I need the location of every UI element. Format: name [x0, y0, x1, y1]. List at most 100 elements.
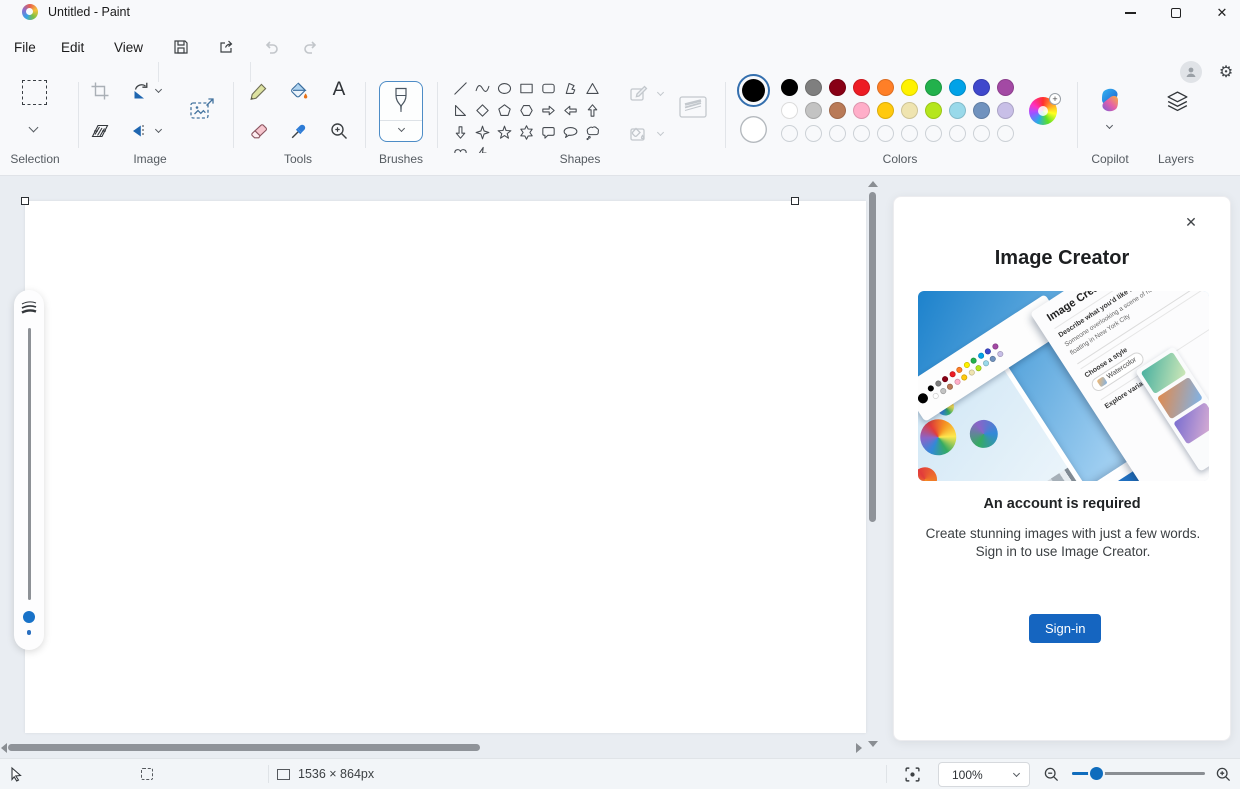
shape-star-6-icon[interactable] [515, 121, 537, 143]
shape-outline-chevron-icon[interactable] [656, 88, 665, 97]
undo-button[interactable] [260, 36, 282, 58]
color-swatch[interactable] [938, 386, 947, 396]
empty-color-slot[interactable] [997, 125, 1014, 142]
color1-swatch[interactable] [737, 74, 770, 107]
color-swatch[interactable] [981, 358, 990, 368]
empty-color-slot[interactable] [973, 125, 990, 142]
color-swatch[interactable] [829, 102, 846, 119]
resize-image-button[interactable] [186, 94, 218, 126]
redo-button[interactable] [300, 36, 322, 58]
shape-arrow-up-icon[interactable] [581, 99, 603, 121]
zoom-in-button[interactable] [1215, 759, 1232, 789]
empty-color-slot[interactable] [829, 125, 846, 142]
empty-color-slot[interactable] [877, 125, 894, 142]
color-swatch[interactable] [940, 374, 949, 383]
color-swatch[interactable] [901, 102, 918, 119]
color-swatch[interactable] [959, 372, 969, 382]
color-swatch[interactable] [901, 79, 918, 96]
vertical-scrollbar-thumb[interactable] [869, 192, 876, 522]
color-swatch[interactable] [877, 102, 894, 119]
shape-polygon-icon[interactable] [559, 77, 581, 99]
color-swatch[interactable] [969, 356, 978, 365]
canvas-resize-handle-top[interactable] [791, 197, 799, 205]
color-swatch[interactable] [925, 102, 942, 119]
pencil-tool-button[interactable] [247, 79, 271, 103]
color-swatch[interactable] [983, 346, 992, 356]
rotate-dropdown-chevron-icon[interactable] [154, 85, 163, 94]
color-swatch[interactable] [781, 102, 798, 119]
scroll-right-arrow[interactable] [856, 743, 862, 753]
shape-arrow-right-icon[interactable] [537, 99, 559, 121]
color-swatch[interactable] [990, 342, 999, 351]
rotate-button[interactable] [128, 79, 152, 103]
minimize-button[interactable] [1107, 0, 1153, 26]
color-swatch[interactable] [781, 79, 798, 96]
shape-callout-round-icon[interactable] [537, 121, 559, 143]
brushes-button[interactable] [379, 81, 423, 142]
color-swatch[interactable] [933, 379, 942, 388]
color-swatch[interactable] [973, 79, 990, 96]
shape-star-4-icon[interactable] [471, 121, 493, 143]
slider-track[interactable] [27, 328, 31, 600]
eraser-tool-button[interactable] [247, 119, 271, 143]
color-swatch[interactable] [949, 102, 966, 119]
color-swatch[interactable] [949, 79, 966, 96]
sign-in-button[interactable]: Sign-in [1029, 614, 1102, 643]
crop-button[interactable] [88, 79, 112, 103]
resize-skew-button[interactable] [88, 119, 112, 143]
flip-button[interactable] [128, 119, 152, 143]
close-button[interactable]: ✕ [1199, 0, 1240, 26]
shape-hexagon-icon[interactable] [515, 99, 537, 121]
empty-color-slot[interactable] [805, 125, 822, 142]
shape-callout-oval-icon[interactable] [559, 121, 581, 143]
shape-star-5-icon[interactable] [493, 121, 515, 143]
brush-size-slider[interactable] [14, 290, 44, 650]
slider-thumb[interactable] [23, 611, 35, 623]
color-swatch[interactable] [805, 79, 822, 96]
selection-dropdown-chevron-icon[interactable] [28, 122, 39, 133]
color-swatch[interactable] [973, 102, 990, 119]
color-swatch[interactable] [976, 351, 985, 360]
shape-outline-button[interactable] [626, 81, 652, 107]
panel-close-button[interactable]: ✕ [1180, 211, 1202, 233]
color-swatch[interactable] [954, 365, 964, 374]
color-swatch[interactable] [877, 79, 894, 96]
color-swatch[interactable] [926, 383, 935, 393]
shape-rounded-rectangle-icon[interactable] [537, 77, 559, 99]
canvas[interactable] [25, 201, 866, 733]
color-swatch[interactable] [925, 79, 942, 96]
zoom-out-button[interactable] [1043, 759, 1060, 789]
empty-color-slot[interactable] [781, 125, 798, 142]
line-thickness-button[interactable] [676, 92, 710, 122]
color-picker-tool-button[interactable] [287, 119, 311, 143]
horizontal-scrollbar-thumb[interactable] [8, 744, 480, 751]
color-swatch[interactable] [947, 369, 957, 379]
empty-color-slot[interactable] [853, 125, 870, 142]
color-swatch[interactable] [988, 354, 997, 363]
color-swatch[interactable] [962, 360, 971, 369]
color-swatch[interactable] [805, 102, 822, 119]
save-button[interactable] [170, 36, 192, 58]
shape-pentagon-icon[interactable] [493, 99, 515, 121]
shape-fill-button[interactable] [626, 121, 652, 147]
empty-color-slot[interactable] [901, 125, 918, 142]
color-swatch[interactable] [966, 368, 976, 377]
magnifier-tool-button[interactable] [327, 119, 351, 143]
share-button[interactable] [215, 36, 237, 58]
scroll-up-arrow[interactable] [868, 181, 878, 187]
flip-dropdown-chevron-icon[interactable] [154, 125, 163, 134]
color-swatch[interactable] [931, 391, 940, 400]
shape-line-icon[interactable] [449, 77, 471, 99]
shape-rectangle-icon[interactable] [515, 77, 537, 99]
shape-diamond-icon[interactable] [471, 99, 493, 121]
color-swatch[interactable] [853, 79, 870, 96]
color-swatch[interactable] [945, 382, 954, 391]
maximize-button[interactable] [1153, 0, 1199, 26]
zoom-level-dropdown[interactable]: 100% [938, 762, 1030, 787]
shape-arrow-down-icon[interactable] [449, 121, 471, 143]
edit-colors-button[interactable]: + [1029, 93, 1061, 125]
scroll-down-arrow[interactable] [868, 741, 878, 747]
color-swatch[interactable] [829, 79, 846, 96]
color-swatch[interactable] [853, 102, 870, 119]
layers-button[interactable] [1162, 86, 1192, 116]
